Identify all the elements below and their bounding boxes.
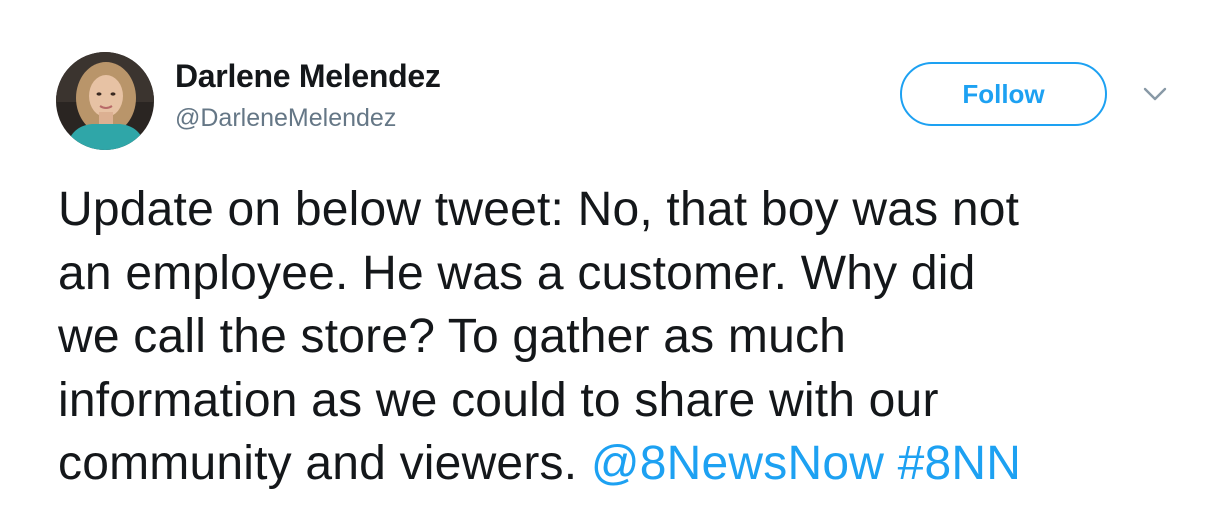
hashtag-link[interactable]: #8NN: [898, 437, 1022, 490]
tweet-text-line: an employee. He was a customer. Why did: [58, 246, 976, 300]
tweet-text-line: information as we could to share with ou…: [58, 373, 939, 427]
chevron-down-icon[interactable]: [1142, 84, 1168, 104]
tweet-card: Darlene Melendez @DarleneMelendez Follow…: [0, 0, 1208, 512]
tweet-text-last-line: community and viewers. @8NewsNow #8NN: [58, 432, 1188, 496]
tweet-text-line: community and viewers.: [58, 437, 578, 490]
profile-photo-icon: [56, 52, 154, 150]
tweet-text-line: we call the store? To gather as much: [58, 310, 847, 363]
tweet-text-line: Update on below tweet: No, that boy was …: [58, 183, 1020, 236]
author-handle[interactable]: @DarleneMelendez: [175, 104, 396, 133]
mention-link[interactable]: @8NewsNow: [591, 437, 884, 490]
avatar[interactable]: [56, 52, 154, 150]
tweet-text: Update on below tweet: No, that boy was …: [58, 178, 1188, 496]
author-display-name[interactable]: Darlene Melendez: [175, 58, 441, 95]
follow-button[interactable]: Follow: [900, 62, 1107, 126]
